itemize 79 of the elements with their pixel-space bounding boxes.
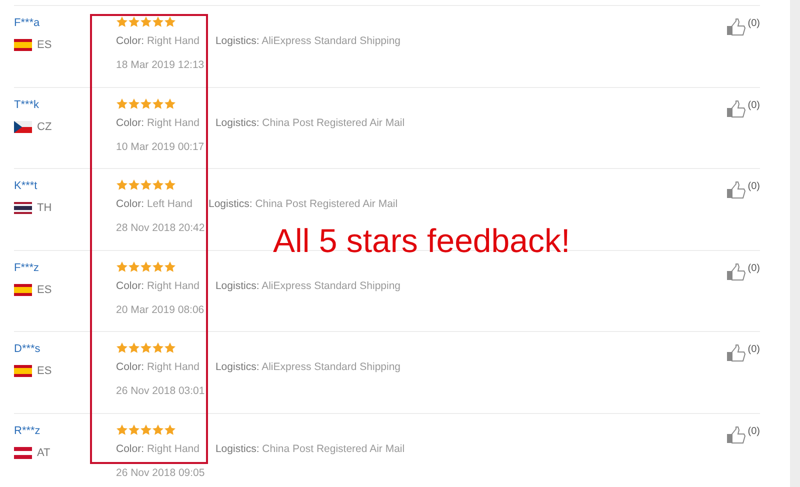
flag-icon	[14, 284, 32, 296]
thumbs-up-icon[interactable]	[726, 262, 746, 280]
star-icon	[116, 424, 128, 436]
country-code: ES	[37, 282, 52, 296]
star-icon	[164, 424, 176, 436]
review-date: 10 Mar 2019 00:17	[116, 140, 206, 154]
star-icon	[152, 424, 164, 436]
reviewer-name[interactable]: K***t	[14, 179, 116, 193]
country-code: ES	[37, 38, 52, 52]
review-date: 26 Nov 2018 03:01	[116, 384, 206, 398]
country-code: CZ	[37, 120, 52, 134]
flag-icon	[14, 202, 32, 214]
thumbs-up-icon[interactable]	[726, 426, 746, 444]
star-icon	[116, 342, 128, 354]
star-icon	[140, 424, 152, 436]
star-icon	[128, 16, 140, 28]
like-count: (0)	[748, 344, 760, 356]
reviewer-name[interactable]: R***z	[14, 424, 116, 438]
country-code: TH	[37, 201, 52, 215]
star-icon	[128, 98, 140, 110]
flag-icon	[14, 39, 32, 51]
star-icon	[164, 342, 176, 354]
star-icon	[128, 260, 140, 272]
thumbs-up-icon[interactable]	[726, 344, 746, 362]
star-icon	[164, 179, 176, 191]
logistics-info: Logistics: AliExpress Standard Shipping	[215, 34, 401, 48]
star-icon	[140, 98, 152, 110]
star-icon	[164, 260, 176, 272]
like-count: (0)	[748, 18, 760, 30]
star-icon	[140, 342, 152, 354]
flag-icon	[14, 365, 32, 377]
like-count: (0)	[748, 262, 760, 274]
review-date: 26 Nov 2018 09:05	[116, 466, 206, 480]
country-code: AT	[37, 446, 50, 460]
color-info: Color: Right Hand	[116, 278, 200, 292]
logistics-info: Logistics: China Post Registered Air Mail	[215, 116, 405, 130]
color-info: Color: Right Hand	[116, 116, 200, 130]
reviewer-name[interactable]: T***k	[14, 98, 116, 112]
like-count: (0)	[748, 426, 760, 438]
logistics-info: Logistics: China Post Registered Air Mail	[215, 442, 405, 456]
reviewer-name[interactable]: F***a	[14, 16, 116, 30]
star-icon	[128, 424, 140, 436]
logistics-info: Logistics: AliExpress Standard Shipping	[215, 360, 401, 374]
star-icon	[116, 179, 128, 191]
review-date: 20 Mar 2019 08:06	[116, 302, 206, 316]
reviewer-name[interactable]: F***z	[14, 260, 116, 274]
like-count: (0)	[748, 181, 760, 193]
star-icon	[116, 260, 128, 272]
color-info: Color: Left Hand	[116, 197, 192, 211]
star-icon	[152, 179, 164, 191]
star-icon	[164, 16, 176, 28]
star-icon	[116, 98, 128, 110]
review-date: 28 Nov 2018 20:42	[116, 221, 206, 235]
country-code: ES	[37, 364, 52, 378]
star-icon	[152, 260, 164, 272]
star-icon	[140, 260, 152, 272]
star-icon	[152, 342, 164, 354]
color-info: Color: Right Hand	[116, 360, 200, 374]
star-icon	[128, 179, 140, 191]
logistics-info: Logistics: AliExpress Standard Shipping	[215, 278, 401, 292]
thumbs-up-icon[interactable]	[726, 18, 746, 36]
star-icon	[152, 98, 164, 110]
color-info: Color: Right Hand	[116, 34, 200, 48]
star-icon	[116, 16, 128, 28]
logistics-info: Logistics: China Post Registered Air Mail	[208, 197, 398, 211]
annotation-text: All 5 stars feedback!	[273, 222, 570, 260]
star-icon	[128, 342, 140, 354]
reviewer-name[interactable]: D***s	[14, 342, 116, 356]
color-info: Color: Right Hand	[116, 442, 200, 456]
review-date: 18 Mar 2019 12:13	[116, 58, 206, 72]
star-icon	[140, 179, 152, 191]
star-icon	[140, 16, 152, 28]
like-count: (0)	[748, 100, 760, 112]
star-icon	[164, 98, 176, 110]
thumbs-up-icon[interactable]	[726, 100, 746, 118]
flag-icon	[14, 446, 32, 458]
star-icon	[152, 16, 164, 28]
thumbs-up-icon[interactable]	[726, 181, 746, 199]
flag-icon	[14, 120, 32, 132]
